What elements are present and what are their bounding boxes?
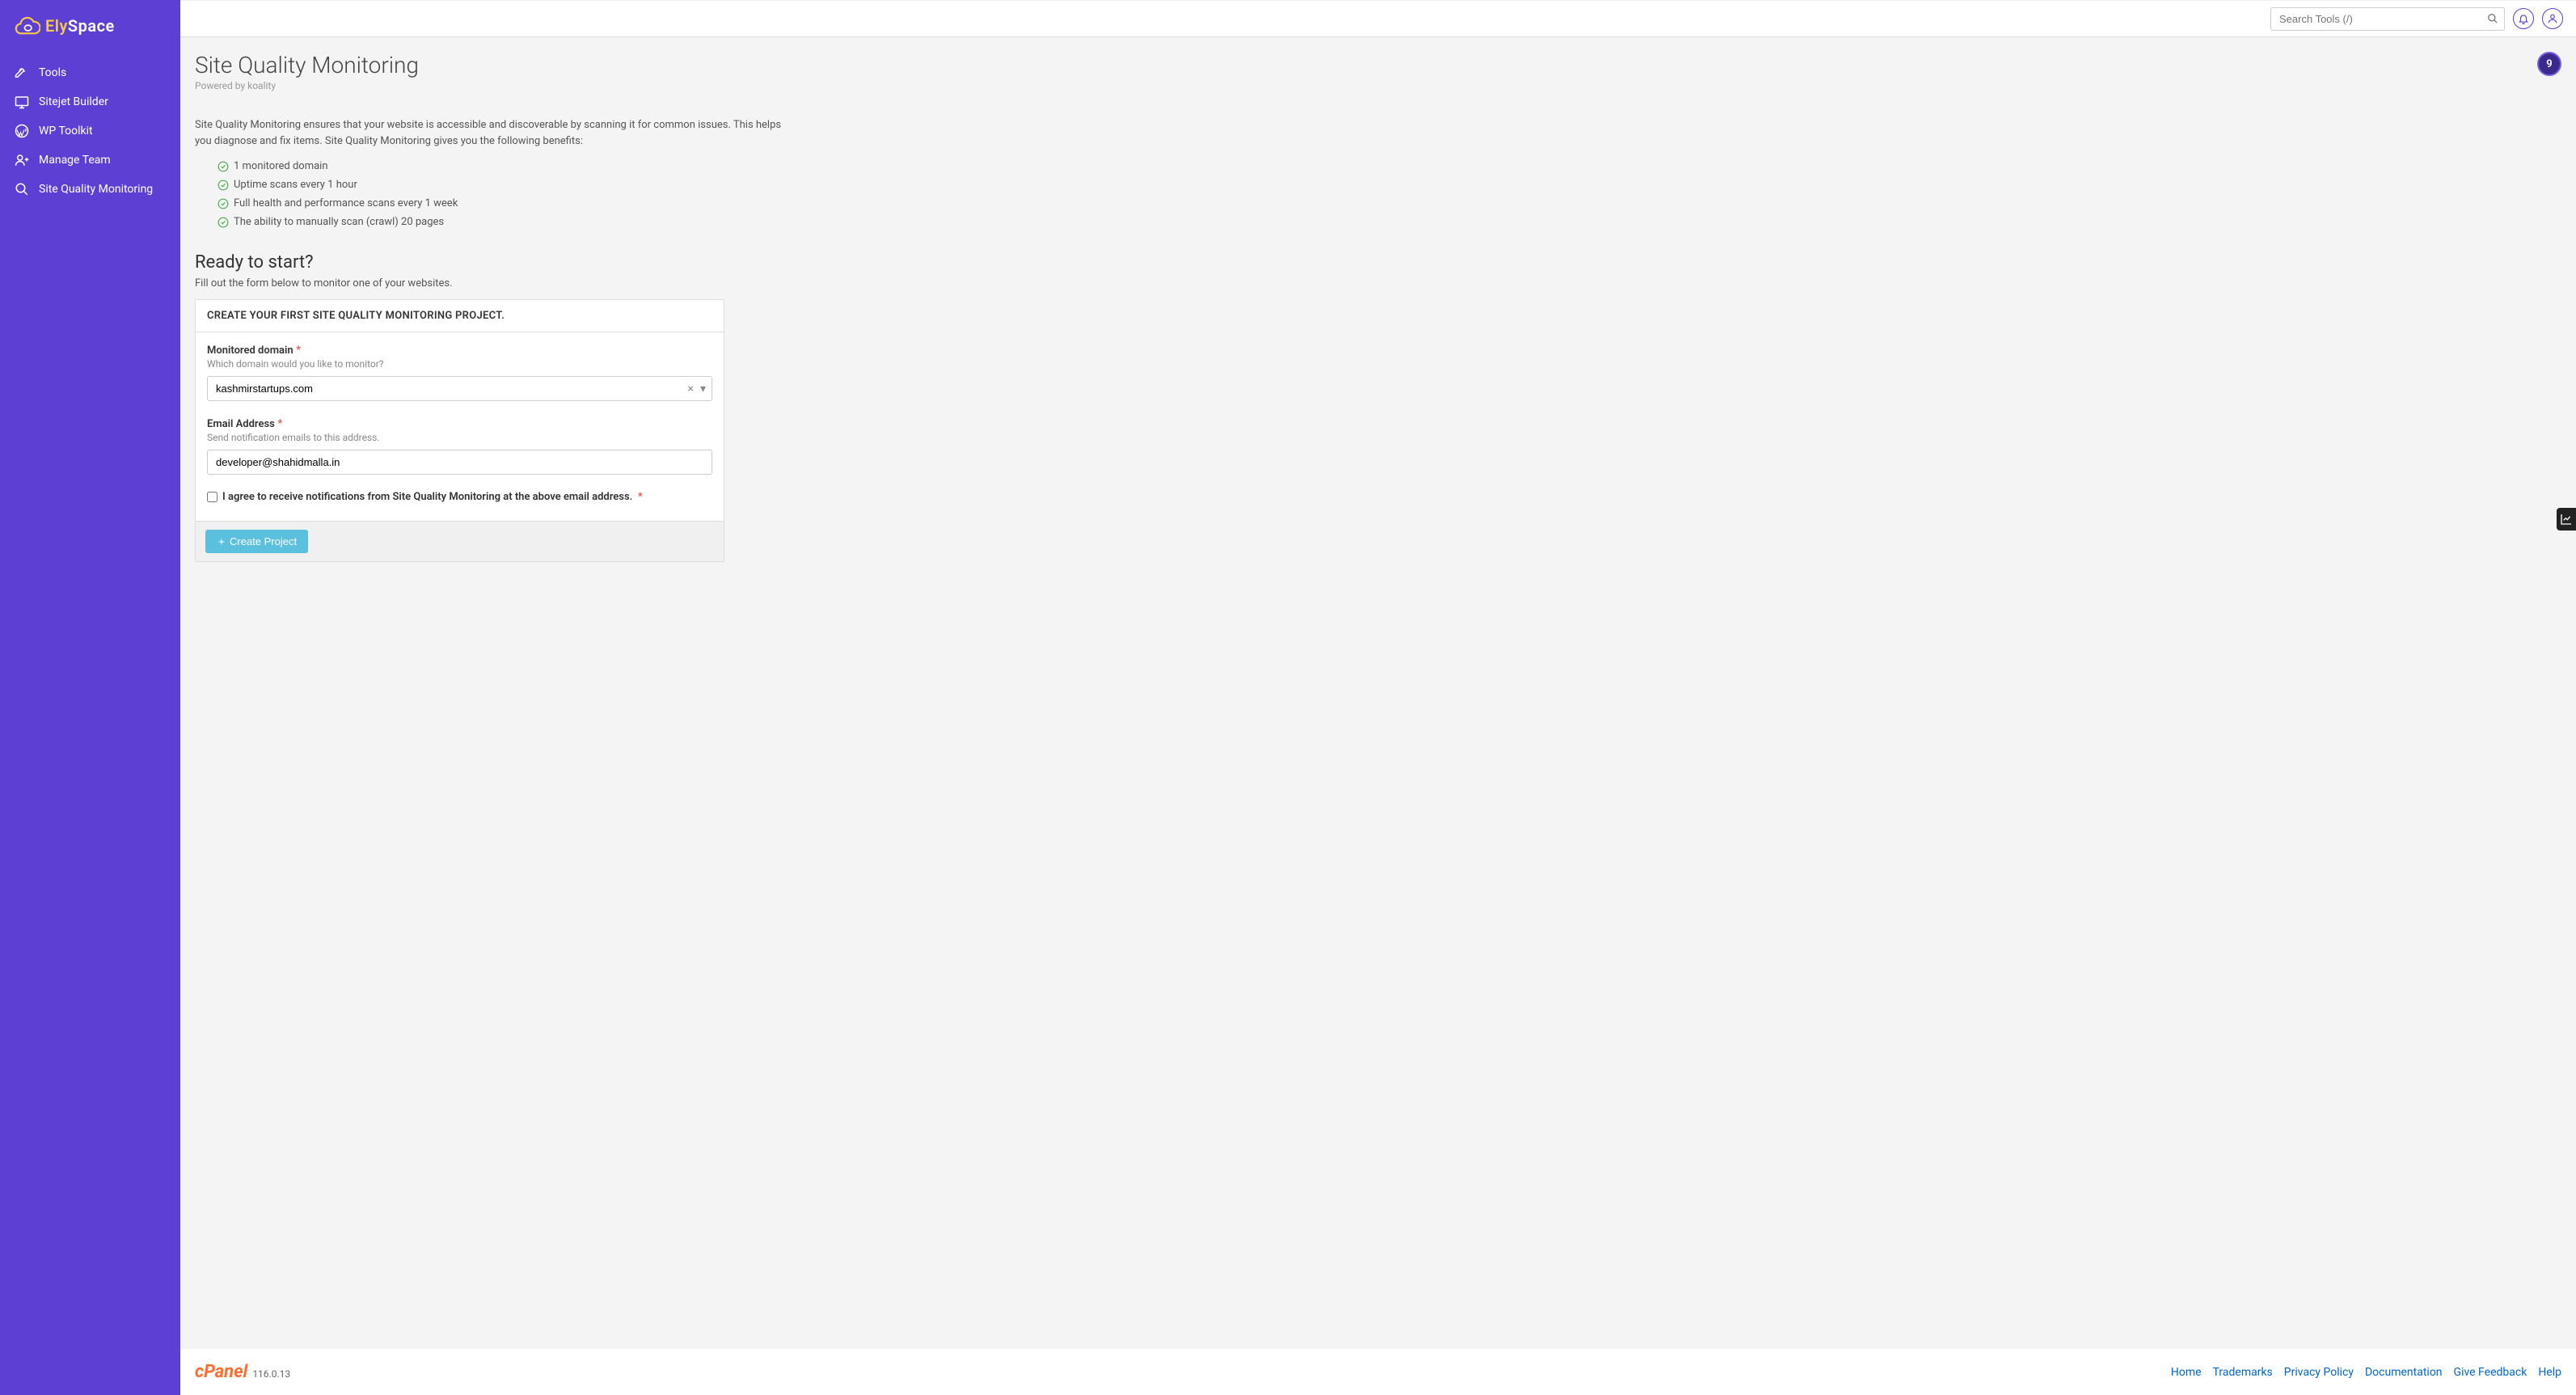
footer-link-help[interactable]: Help	[2538, 1366, 2561, 1379]
email-field: Email Address * Send notification emails…	[207, 417, 712, 475]
panel-footer: Create Project	[196, 521, 724, 561]
benefit-item: Full health and performance scans every …	[217, 194, 2561, 213]
cpanel-logo: cPanel	[195, 1362, 247, 1382]
sidebar-item-tools[interactable]: Tools	[0, 58, 180, 87]
panel-header: CREATE YOUR FIRST SITE QUALITY MONITORIN…	[196, 300, 724, 332]
agree-label: I agree to receive notifications from Si…	[222, 491, 643, 503]
check-icon	[217, 161, 229, 172]
sidebar-item-manageteam[interactable]: Manage Team	[0, 146, 180, 175]
benefit-item: The ability to manually scan (crawl) 20 …	[217, 213, 2561, 231]
required-mark: *	[277, 417, 282, 430]
sidebar-item-sqm[interactable]: Site Quality Monitoring	[0, 175, 180, 204]
page-title: Site Quality Monitoring	[195, 52, 2561, 78]
team-icon	[15, 153, 29, 167]
version-text: 116.0.13	[252, 1368, 290, 1380]
topbar	[180, 0, 2576, 37]
brand-part1: Ely	[45, 16, 68, 36]
clear-icon[interactable]: ×	[687, 383, 693, 395]
brand-part2: Space	[68, 16, 115, 36]
domain-label: Monitored domain	[207, 345, 293, 357]
wordpress-icon	[15, 124, 29, 138]
benefit-item: 1 monitored domain	[217, 157, 2561, 175]
footer-links: Home Trademarks Privacy Policy Documenta…	[2171, 1366, 2561, 1379]
check-icon	[217, 198, 229, 209]
search-wrap	[2270, 7, 2505, 31]
sidebar: ElySpace Tools Sitejet Builder WP Toolki…	[0, 0, 180, 1395]
search-icon	[2487, 13, 2498, 24]
footer-link-docs[interactable]: Documentation	[2365, 1366, 2443, 1379]
ready-subtitle: Fill out the form below to monitor one o…	[195, 277, 2561, 290]
sidebar-item-label: Sitejet Builder	[39, 95, 108, 108]
bell-icon	[2518, 13, 2529, 24]
email-input[interactable]	[207, 450, 712, 475]
required-mark: *	[296, 344, 301, 357]
chevron-down-icon[interactable]: ▾	[700, 383, 706, 395]
sidebar-item-wptoolkit[interactable]: WP Toolkit	[0, 116, 180, 146]
content: 9 Site Quality Monitoring Powered by koa…	[180, 37, 2576, 1349]
monitor-icon	[15, 95, 29, 109]
benefit-item: Uptime scans every 1 hour	[217, 175, 2561, 194]
benefit-text: Full health and performance scans every …	[234, 197, 458, 209]
agree-checkbox[interactable]	[207, 492, 217, 502]
agree-row: I agree to receive notifications from Si…	[207, 491, 712, 509]
sidebar-item-label: Tools	[39, 66, 66, 79]
footer-link-home[interactable]: Home	[2171, 1366, 2202, 1379]
benefit-text: 1 monitored domain	[234, 160, 328, 172]
user-button[interactable]	[2542, 8, 2563, 29]
domain-select[interactable]	[207, 376, 712, 401]
tools-icon	[15, 66, 29, 80]
domain-hint: Which domain would you like to monitor?	[207, 358, 712, 370]
footer-link-feedback[interactable]: Give Feedback	[2454, 1366, 2527, 1379]
score-badge[interactable]: 9	[2537, 52, 2561, 76]
benefit-text: The ability to manually scan (crawl) 20 …	[234, 216, 444, 228]
check-icon	[217, 217, 229, 228]
sidebar-nav: Tools Sitejet Builder WP Toolkit Manage …	[0, 52, 180, 204]
sidebar-item-sitejet[interactable]: Sitejet Builder	[0, 87, 180, 116]
sidebar-item-label: WP Toolkit	[39, 125, 93, 137]
magnify-icon	[15, 182, 29, 197]
plus-icon	[217, 537, 226, 547]
email-label: Email Address	[207, 418, 275, 430]
cloud-logo-icon	[13, 16, 40, 36]
chart-icon	[2560, 513, 2573, 526]
side-stats-tab[interactable]	[2557, 508, 2576, 531]
search-input[interactable]	[2270, 7, 2505, 31]
benefit-text: Uptime scans every 1 hour	[234, 179, 357, 191]
create-project-button[interactable]: Create Project	[205, 530, 308, 553]
user-icon	[2547, 13, 2558, 24]
create-project-panel: CREATE YOUR FIRST SITE QUALITY MONITORIN…	[195, 299, 724, 562]
page-description: Site Quality Monitoring ensures that you…	[195, 117, 785, 149]
sidebar-item-label: Site Quality Monitoring	[39, 183, 153, 196]
page-subtitle: Powered by koality	[195, 80, 2561, 91]
benefits-list: 1 monitored domain Uptime scans every 1 …	[195, 157, 2561, 231]
check-icon	[217, 180, 229, 191]
ready-title: Ready to start?	[195, 252, 2561, 273]
logo[interactable]: ElySpace	[0, 0, 180, 52]
notifications-button[interactable]	[2513, 8, 2534, 29]
footer-link-trademarks[interactable]: Trademarks	[2213, 1366, 2273, 1379]
create-button-label: Create Project	[230, 535, 297, 547]
footer-link-privacy[interactable]: Privacy Policy	[2284, 1366, 2354, 1379]
domain-field: Monitored domain * Which domain would yo…	[207, 344, 712, 401]
email-hint: Send notification emails to this address…	[207, 432, 712, 443]
sidebar-item-label: Manage Team	[39, 154, 111, 167]
footer: cPanel 116.0.13 Home Trademarks Privacy …	[180, 1349, 2576, 1395]
